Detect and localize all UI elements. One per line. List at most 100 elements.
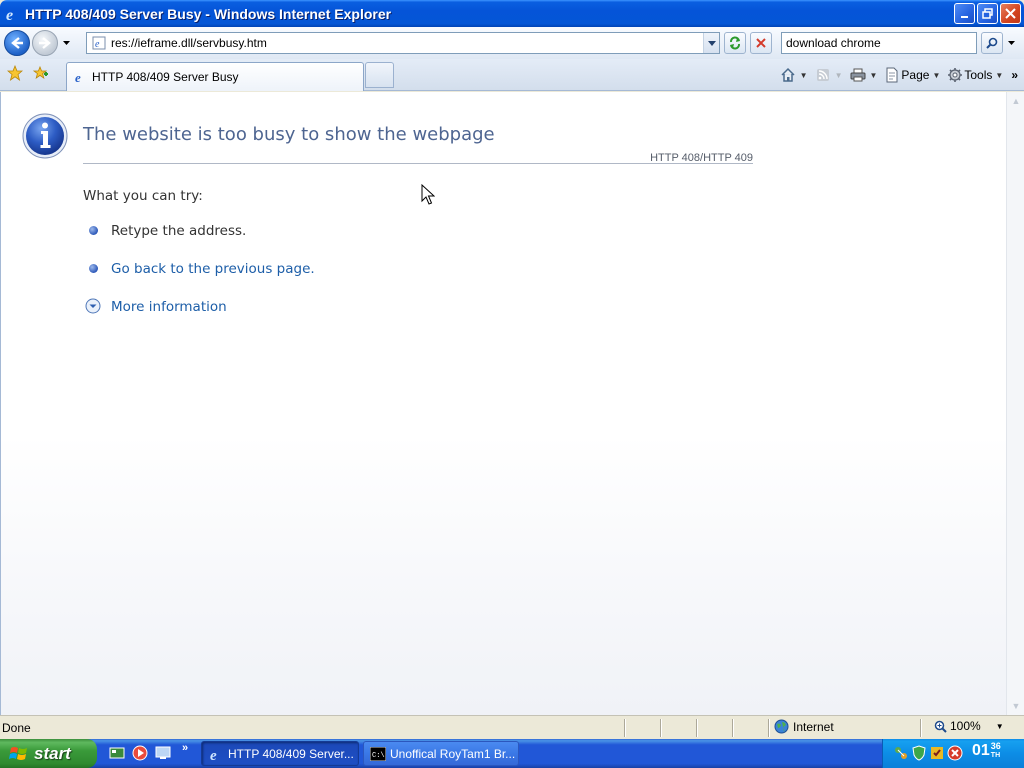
chevron-down-icon <box>62 40 70 45</box>
forward-arrow-icon <box>39 37 51 49</box>
printer-icon <box>849 66 867 84</box>
security-shield-icon[interactable] <box>911 745 927 761</box>
status-divider <box>920 719 921 737</box>
tools-menu-label: Tools <box>964 68 993 82</box>
chevron-down-icon <box>707 40 716 46</box>
chevron-down-icon[interactable]: ▼ <box>870 71 878 80</box>
chevron-down-icon: ▼ <box>932 70 941 80</box>
svg-text:e: e <box>75 70 81 84</box>
more-commands-chevron-icon[interactable]: » <box>1011 68 1018 82</box>
taskbar: start » e HTTP 408/409 Server... C:\ Uno… <box>0 739 1024 768</box>
recent-pages-dropdown[interactable] <box>60 33 72 53</box>
new-tab-button[interactable] <box>365 62 394 88</box>
close-icon <box>1005 8 1016 19</box>
home-button[interactable]: ▼ <box>777 65 810 85</box>
info-icon <box>22 113 68 159</box>
page-title: The website is too busy to show the webp… <box>83 124 495 145</box>
chevron-down-icon: ▼ <box>995 70 1004 80</box>
page-menu-icon <box>883 66 901 84</box>
ie-logo-icon: e <box>208 746 224 762</box>
address-text[interactable]: res://ieframe.dll/servbusy.htm <box>111 36 703 50</box>
security-zone[interactable]: Internet <box>774 719 834 734</box>
status-divider <box>768 719 769 737</box>
expand-down-icon[interactable] <box>85 298 101 314</box>
search-box[interactable] <box>781 32 977 54</box>
zoom-control[interactable]: 100% ▼ <box>934 719 1004 733</box>
go-back-link[interactable]: Go back to the previous page. <box>111 261 315 277</box>
rss-feed-icon <box>814 66 832 84</box>
system-clock[interactable]: 01 36 TH <box>972 742 1001 760</box>
start-button[interactable]: start <box>0 739 97 768</box>
scroll-down-icon[interactable]: ▼ <box>1008 698 1024 714</box>
title-divider <box>83 163 753 164</box>
tab-label: HTTP 408/409 Server Busy <box>92 70 239 84</box>
back-button[interactable] <box>4 30 30 56</box>
chevron-down-icon[interactable]: ▼ <box>835 71 843 80</box>
windows-logo-icon <box>9 746 27 760</box>
taskbar-item-console[interactable]: C:\ Unoffical RoyTam1 Br... <box>363 741 519 766</box>
status-divider <box>696 719 697 737</box>
page-menu-label: Page <box>901 68 930 82</box>
status-bar: Done Internet 100% ▼ <box>0 715 1024 739</box>
vertical-scrollbar[interactable]: ▲ ▼ <box>1006 92 1024 715</box>
updates-icon[interactable] <box>929 745 945 761</box>
command-prompt-icon: C:\ <box>370 746 386 762</box>
home-icon <box>779 66 797 84</box>
search-input[interactable] <box>786 36 976 50</box>
back-arrow-icon <box>11 37 23 49</box>
search-options-dropdown[interactable] <box>1004 32 1018 54</box>
status-divider <box>660 719 661 737</box>
gear-icon <box>946 66 964 84</box>
quicklaunch-desktop-icon[interactable] <box>154 744 172 762</box>
zone-label: Internet <box>793 719 834 734</box>
clock-minutes: 36 <box>990 741 1001 751</box>
print-button[interactable]: ▼ <box>847 65 880 85</box>
zoom-level: 100% <box>950 719 981 733</box>
forward-button[interactable] <box>32 30 58 56</box>
address-dropdown-button[interactable] <box>703 33 719 53</box>
suggestion-retype: Retype the address. <box>111 223 247 239</box>
page-menu-button[interactable]: Page ▼ <box>881 65 942 85</box>
clock-suffix: TH <box>990 752 1001 759</box>
minimize-button[interactable] <box>954 3 975 24</box>
ie-logo-icon: e <box>5 6 21 22</box>
add-favorite-icon <box>33 65 48 79</box>
quicklaunch-more-icon[interactable]: » <box>182 742 188 754</box>
chevron-down-icon[interactable]: ▼ <box>996 722 1004 731</box>
taskbar-item-ie[interactable]: e HTTP 408/409 Server... <box>201 741 359 766</box>
add-to-favorites-button[interactable] <box>32 64 50 82</box>
command-bar: ▼ ▼ ▼ Page ▼ Tools ▼ » <box>777 65 1018 85</box>
start-label: start <box>34 743 71 763</box>
navigation-bar: e res://ieframe.dll/servbusy.htm <box>0 27 1024 59</box>
chevron-down-icon[interactable]: ▼ <box>800 71 808 80</box>
bullet-icon <box>89 264 98 273</box>
network-icon[interactable] <box>893 745 909 761</box>
svg-text:e: e <box>210 748 217 762</box>
refresh-button[interactable] <box>724 32 746 54</box>
taskbar-item-label: Unoffical RoyTam1 Br... <box>390 746 516 761</box>
favorites-center-button[interactable] <box>6 64 24 82</box>
zoom-magnifier-icon <box>934 720 947 733</box>
search-button[interactable] <box>981 32 1003 54</box>
feeds-button[interactable]: ▼ <box>812 65 845 85</box>
quicklaunch-show-desktop-icon[interactable] <box>108 744 126 762</box>
stop-icon <box>756 38 766 48</box>
more-information-link[interactable]: More information <box>111 299 227 315</box>
minimize-icon <box>960 15 968 18</box>
restore-button[interactable] <box>977 3 998 24</box>
address-bar[interactable]: e res://ieframe.dll/servbusy.htm <box>86 32 720 54</box>
status-text: Done <box>2 720 31 735</box>
scroll-up-icon[interactable]: ▲ <box>1008 93 1024 109</box>
refresh-icon <box>730 36 740 50</box>
page-content: The website is too busy to show the webp… <box>0 92 1006 715</box>
status-divider <box>732 719 733 737</box>
title-bar[interactable]: e HTTP 408/409 Server Busy - Windows Int… <box>0 0 1024 27</box>
tools-menu-button[interactable]: Tools ▼ <box>944 65 1005 85</box>
favorites-star-icon <box>7 65 23 81</box>
svg-text:e: e <box>95 39 100 50</box>
alert-icon[interactable] <box>947 745 963 761</box>
tab-server-busy[interactable]: e HTTP 408/409 Server Busy <box>66 62 364 91</box>
stop-button[interactable] <box>750 32 772 54</box>
close-button[interactable] <box>1000 3 1021 24</box>
quicklaunch-media-player-icon[interactable] <box>131 744 149 762</box>
